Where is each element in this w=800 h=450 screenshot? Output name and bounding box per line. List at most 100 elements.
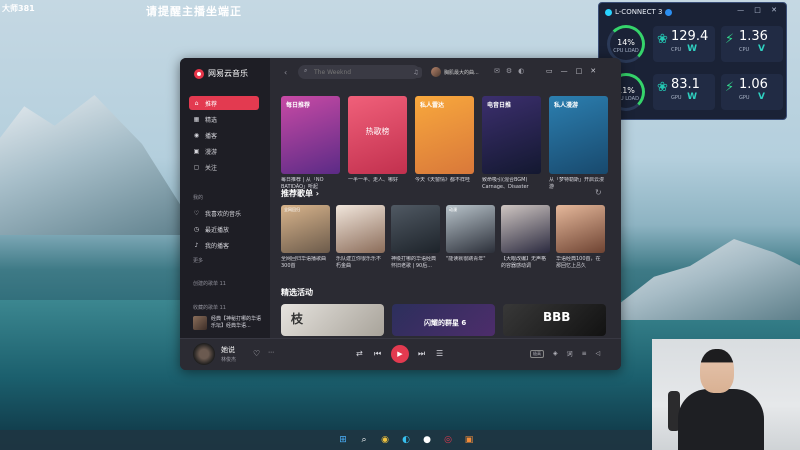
- volume-icon[interactable]: ◁: [596, 350, 601, 357]
- chrome-icon[interactable]: ◉: [378, 433, 392, 447]
- activity-banner[interactable]: 枝: [281, 304, 384, 336]
- gpu-power-label: GPU: [671, 95, 682, 101]
- edge-icon[interactable]: ◐: [399, 433, 413, 447]
- activity-title: 枝: [291, 312, 304, 326]
- card-cover[interactable]: 每日推荐: [281, 96, 340, 174]
- play-button[interactable]: ▶: [391, 345, 409, 363]
- collected-playlists-header[interactable]: 收藏的歌单 11: [193, 304, 226, 311]
- sidebar-item-podcast[interactable]: ◉ 播客: [189, 128, 259, 142]
- mic-icon: ♪: [194, 241, 199, 249]
- gpu-voltage-card: ⚡ 1.06 GPU V: [721, 74, 783, 110]
- refresh-icon[interactable]: ↻: [595, 188, 602, 197]
- featured-activities: 枝 闪耀的群星 6 BBB: [281, 304, 606, 336]
- card-caption: 今天《天窗情》都不样哇: [415, 177, 471, 183]
- card-hot[interactable]: 热歌榜 一半一半、走人、哪好: [348, 96, 407, 191]
- stream-notice: 请提醒主播坐端正: [146, 5, 242, 18]
- mail-icon[interactable]: ✉: [494, 67, 500, 75]
- settings-icon[interactable]: ⚙: [506, 67, 512, 75]
- thermometer-icon: ❀: [657, 32, 668, 47]
- thermometer-icon: ❀: [657, 80, 668, 95]
- cpu-row: 14% CPU LOAD ❀ 129.4 CPU W ⚡ 1.36 CPU V: [607, 25, 783, 65]
- playlist-card[interactable]: 【大眼改编】无声格的容器感动调: [501, 205, 550, 270]
- playlist-cover[interactable]: 动漫: [446, 205, 495, 253]
- now-playing-title[interactable]: 她说: [221, 345, 235, 355]
- activity-banner[interactable]: 闪耀的群星 6: [392, 304, 495, 336]
- card-cover[interactable]: 电音日推: [482, 96, 541, 174]
- user-area[interactable]: 胸肌最大的曲...: [431, 67, 479, 77]
- playlist-card[interactable]: 乐队建立你很乐乐不朽金曲: [336, 205, 385, 270]
- card-roam[interactable]: 私人漫游 从「梦特勒斯」开启云漫游: [549, 96, 608, 191]
- avatar[interactable]: [431, 67, 441, 77]
- now-playing-artist[interactable]: 林俊杰: [221, 356, 236, 363]
- minimize-icon[interactable]: —: [561, 67, 568, 75]
- playlist-card[interactable]: 华语经典100首，在那回忆上吕久: [556, 205, 605, 270]
- recommended-playlists-title[interactable]: 推荐歌单 ›: [281, 188, 319, 199]
- like-icon[interactable]: ♡: [253, 349, 260, 358]
- gpu-voltage-unit: V: [758, 92, 765, 102]
- cpu-load-label: CPU LOAD: [613, 48, 639, 54]
- playlist-cover[interactable]: 全网回归: [281, 205, 330, 253]
- grid-icon: ▦: [193, 115, 200, 123]
- search-icon[interactable]: ⌕: [357, 433, 371, 447]
- sidebar-item-roam[interactable]: ▣ 漫游: [189, 144, 259, 158]
- home-icon: ⌂: [194, 99, 199, 107]
- card-cover[interactable]: 私人漫游: [549, 96, 608, 174]
- playlist-card[interactable]: 神级打哪的华语经典怀旧老歌 | 90后...: [391, 205, 440, 270]
- lconnect-widget: L-CONNECT 3 — □ ✕ 14% CPU LOAD ❀ 129.4 C…: [598, 2, 787, 120]
- voice-search-icon[interactable]: ♫: [410, 67, 422, 78]
- created-playlists-header[interactable]: 创建的歌单 11: [193, 280, 226, 287]
- mini-mode-icon[interactable]: ▭: [546, 67, 553, 75]
- activity-banner[interactable]: BBB: [503, 304, 606, 336]
- sidebar-item-my-podcast[interactable]: ♪ 我的播客: [189, 238, 259, 252]
- playlist-card[interactable]: 全网回归 全网回归华语播歌曲300首: [281, 205, 330, 270]
- netease-music-icon[interactable]: ◎: [441, 433, 455, 447]
- playlist-queue-icon[interactable]: ☰: [436, 349, 443, 358]
- app-brand[interactable]: 网易云音乐: [194, 68, 248, 79]
- more-icon[interactable]: ⋯: [268, 349, 274, 356]
- now-playing-cover[interactable]: [193, 343, 215, 365]
- card-cover[interactable]: 私人雷达: [415, 96, 474, 174]
- card-middle: 热歌榜: [365, 127, 390, 136]
- theme-icon[interactable]: ◐: [518, 67, 524, 75]
- quality-badge[interactable]: 极高: [530, 349, 544, 358]
- maximize-icon[interactable]: □: [576, 67, 583, 75]
- sidebar-item-featured[interactable]: ▦ 精选: [189, 112, 259, 126]
- cpu-voltage-label: CPU: [739, 47, 750, 53]
- lconnect-title: L-CONNECT 3: [605, 8, 673, 16]
- search-input[interactable]: [298, 65, 420, 79]
- gpu-row: 11% GPU LOAD ❀ 83.1 GPU W ⚡ 1.06 GPU V: [607, 73, 783, 113]
- lconnect-window-controls[interactable]: — □ ✕: [737, 6, 781, 14]
- sidebar-item-recent[interactable]: ◷ 最近播放: [189, 222, 259, 236]
- card-cover[interactable]: 热歌榜: [348, 96, 407, 174]
- sidebar-item-recommend[interactable]: ⌂ 推荐: [189, 96, 259, 110]
- card-electronic[interactable]: 电音日推 致命吸引(混合BGM) Carnage、Disaster: [482, 96, 541, 191]
- obs-icon[interactable]: ●: [420, 433, 434, 447]
- lyrics-icon[interactable]: 词: [567, 349, 573, 358]
- windows-start-icon[interactable]: ⊞: [336, 433, 350, 447]
- playlist-card[interactable]: 动漫 "能读就很跳青年": [446, 205, 495, 270]
- cpu-power-value: 129.4: [671, 29, 709, 44]
- my-section-label: 我的: [193, 195, 204, 201]
- playlist-cover[interactable]: [391, 205, 440, 253]
- card-daily[interactable]: 每日推荐 每日推荐 | 从「NO BATIDÃO」听起: [281, 96, 340, 191]
- sidebar-item-follow[interactable]: ▢ 关注: [189, 160, 259, 174]
- back-arrow-icon[interactable]: ‹: [284, 68, 287, 77]
- sidebar-item-liked[interactable]: ♡ 我喜欢的音乐: [189, 206, 259, 220]
- playlist-cover[interactable]: [336, 205, 385, 253]
- card-radar[interactable]: 私人雷达 今天《天窗情》都不样哇: [415, 96, 474, 191]
- mountain-right: [610, 239, 800, 320]
- more-toggle[interactable]: 更多: [193, 257, 203, 264]
- app-icon[interactable]: ▣: [462, 433, 476, 447]
- close-icon[interactable]: ✕: [590, 67, 596, 75]
- card-caption: 一半一半、走人、哪好: [348, 177, 399, 183]
- previous-icon[interactable]: ⏮: [374, 349, 381, 359]
- shuffle-icon[interactable]: ⇄: [356, 349, 363, 358]
- sidebar-playlist-item[interactable]: 经典【神秘打哪的华语乐坛】经典华语...: [193, 316, 265, 330]
- playlist-cover[interactable]: [501, 205, 550, 253]
- playlist-cover[interactable]: [556, 205, 605, 253]
- queue-icon[interactable]: ≡: [582, 350, 587, 357]
- podcast-icon: ◉: [193, 131, 200, 139]
- effects-icon[interactable]: ◈: [553, 350, 558, 357]
- recommended-playlists: 全网回归 全网回归华语播歌曲300首 乐队建立你很乐乐不朽金曲 神级打哪的华语经…: [281, 205, 605, 270]
- next-icon[interactable]: ⏭: [418, 349, 425, 359]
